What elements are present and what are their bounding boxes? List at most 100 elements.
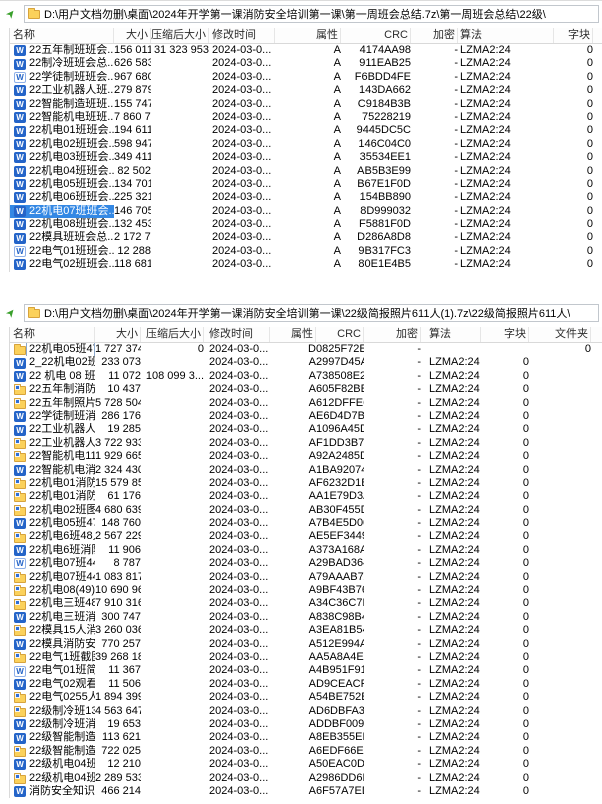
column-header-method[interactable]: 算法: [458, 28, 554, 43]
table-row[interactable]: W消防安全知识培训...466 2142024-03-0...A6F57A7ED…: [10, 785, 602, 798]
cell-method: LZMA2:24: [421, 772, 481, 785]
table-row[interactable]: W22智能制造班班...155 7472024-03-0...AC9184B3B…: [10, 98, 602, 111]
cell-block: 0: [554, 231, 593, 244]
table-row[interactable]: 22机电02班图片4...4 680 6392024-03-0...AB30F4…: [10, 504, 602, 517]
file-name: 22模具班班会总...: [29, 231, 114, 244]
cell-enc: -: [364, 356, 421, 369]
column-header-name[interactable]: 名称: [10, 28, 114, 43]
table-row[interactable]: 22五年制消防知...10 4372024-03-0...A605F82BE-L…: [10, 383, 602, 396]
cell-date: 2024-03-0...: [204, 705, 270, 718]
table-row[interactable]: W22机电05班班会...134 7012024-03-0...AB67E1F0…: [10, 178, 602, 191]
column-header-enc[interactable]: 加密: [364, 327, 421, 342]
column-header-folders[interactable]: 文件夹: [529, 327, 591, 342]
cell-attr: A: [270, 731, 316, 744]
table-row[interactable]: 22工业机器人班...3 722 9332024-03-0...AF1DD3B7…: [10, 437, 602, 450]
green-up-arrow-icon[interactable]: ➤: [4, 7, 19, 22]
column-header-enc[interactable]: 加密: [411, 28, 458, 43]
cell-folders: 0: [529, 343, 591, 356]
cell-folders: [529, 450, 591, 463]
column-header-date[interactable]: 修改时间: [209, 28, 275, 43]
zip-archive-icon: [14, 708, 26, 717]
table-row[interactable]: 22智能机电11人...1 929 6652024-03-0...A92A248…: [10, 450, 602, 463]
file-name: 22机电08(49).zip: [29, 584, 95, 597]
table-row[interactable]: W22 机电 08 班观...11 072108 099 3...2024-03…: [10, 370, 602, 383]
table-row[interactable]: W22电气01班简报(...11 3672024-03-0...A4B951F9…: [10, 664, 602, 677]
table-row[interactable]: W22学徒制班班会...967 6802024-03-0...AF6BDD4FE…: [10, 71, 602, 84]
word-doc-icon: W: [14, 411, 26, 422]
cell-date: 2024-03-0...: [204, 718, 270, 731]
table-row[interactable]: W22五年制班班会...156 01131 323 9532024-03-0..…: [10, 44, 602, 57]
table-row[interactable]: W22机电02班班会...598 9472024-03-0...A146C04C…: [10, 138, 602, 151]
table-row[interactable]: W22机电三班消防...300 7472024-03-0...A838C98B4…: [10, 611, 602, 624]
table-row[interactable]: W22机电04班班会...82 5022024-03-0...AAB5B3E99…: [10, 165, 602, 178]
table-row[interactable]: W22机电07班44人....8 7872024-03-0...A29BAD36…: [10, 557, 602, 570]
table-row[interactable]: W22电气01班班会...12 2882024-03-0...A9B317FC3…: [10, 245, 602, 258]
table-row[interactable]: W22智能机电班班...7 860 7312024-03-0...A752282…: [10, 111, 602, 124]
cell-attr: A: [275, 124, 341, 137]
column-header-attr[interactable]: 属性: [270, 327, 316, 342]
table-row[interactable]: W22电气02班班会...118 6812024-03-0...A80E1E4B…: [10, 258, 602, 271]
table-row[interactable]: 22级机电04班消...2 289 5332024-03-0...A2986DD…: [10, 772, 602, 785]
column-header-crc[interactable]: CRC: [341, 28, 411, 43]
table-row[interactable]: W22工业机器人班...279 8792024-03-0...A143DA662…: [10, 84, 602, 97]
table-row[interactable]: 22机电01消防截...15 579 8542024-03-0...AF6232…: [10, 477, 602, 490]
table-row[interactable]: W22模具消防安全(...770 2572024-03-0...A512E994…: [10, 638, 602, 651]
table-row[interactable]: 22模具15人消防...3 260 0362024-03-0...A3EA81B…: [10, 624, 602, 637]
table-row[interactable]: 22级制冷班13人...4 563 6472024-03-0...AD6DBFA…: [10, 705, 602, 718]
table-row[interactable]: W22机电03班班会...349 4112024-03-0...A35534EE…: [10, 151, 602, 164]
file-name-cell: W22制冷班班会总...: [10, 57, 114, 70]
column-header-crc[interactable]: CRC: [316, 327, 364, 342]
word-doc-icon: W: [14, 139, 26, 150]
table-row[interactable]: 22级智能制造班...722 0252024-03-0...A6EDF66E6-…: [10, 745, 602, 758]
table-row[interactable]: 22机电01消防简...61 1762024-03-0...AA1E79D3A-…: [10, 490, 602, 503]
table-row[interactable]: W22级机电04班消...12 2102024-03-0...A50EAC0D5…: [10, 758, 602, 771]
column-header-block[interactable]: 字块: [554, 28, 593, 43]
table-row[interactable]: 22机电6班48人观...2 567 2292024-03-0...AE5EF3…: [10, 530, 602, 543]
column-header-packed[interactable]: 压缩后大小: [141, 327, 204, 342]
table-row[interactable]: W22机电01班班会...194 6112024-03-0...A9445DC5…: [10, 124, 602, 137]
green-up-arrow-icon[interactable]: ➤: [4, 306, 19, 321]
table-row[interactable]: W22模具班班会总...2 172 7712024-03-0...AD286A8…: [10, 231, 602, 244]
column-header-packed[interactable]: 压缩后大小: [151, 28, 209, 43]
table-row[interactable]: W2_22机电02班安...233 0732024-03-0...A2997D4…: [10, 356, 602, 369]
table-row[interactable]: W22学徒制班消防...286 1762024-03-0...AE6D4D7B7…: [10, 410, 602, 423]
table-row[interactable]: W22机电07班班会...146 7052024-03-0...A8D99903…: [10, 205, 602, 218]
zip-archive-icon: [14, 748, 26, 757]
cell-crc: 373A168A: [316, 544, 364, 557]
table-row[interactable]: 22电气1班截图 (...39 268 1862024-03-0...AA5A8…: [10, 651, 602, 664]
table-row[interactable]: W22工业机器人《...19 2852024-03-0...A1096A45D-…: [10, 423, 602, 436]
table-row[interactable]: W22机电05班47人....148 7602024-03-0...A7B4E5…: [10, 517, 602, 530]
table-row[interactable]: 22五年制照片9人...5 728 5042024-03-0...A612DFF…: [10, 397, 602, 410]
column-header-date[interactable]: 修改时间: [204, 327, 270, 342]
cell-packed: [141, 772, 204, 785]
column-header-method[interactable]: 算法: [421, 327, 481, 342]
column-header-size[interactable]: 大小: [114, 28, 151, 43]
table-row[interactable]: W22级智能制造消...113 6212024-03-0...A8EB355EB…: [10, 731, 602, 744]
column-header-attr[interactable]: 属性: [275, 28, 341, 43]
cell-packed: [141, 597, 204, 610]
table-row[interactable]: W22电气02观看消...11 5062024-03-0...AD9CEACF6…: [10, 678, 602, 691]
column-header-size[interactable]: 大小: [95, 327, 141, 342]
column-header-block[interactable]: 字块: [481, 327, 529, 342]
table-row[interactable]: 22机电三班48人...7 910 3162024-03-0...A34C36C…: [10, 597, 602, 610]
address-bar[interactable]: D:\用户文档勿删\桌面\2024年开学第一课消防安全培训第一课\第一周班会总结…: [24, 5, 599, 23]
cell-attr: A: [270, 544, 316, 557]
cell-folders: [529, 571, 591, 584]
table-row[interactable]: 22机电07班44人....1 083 8172024-03-0...A79AA…: [10, 571, 602, 584]
table-row[interactable]: W22制冷班班会总...626 5832024-03-0...A911EAB25…: [10, 57, 602, 70]
table-row[interactable]: 22机电08(49).zip10 690 9642024-03-0...A9BF…: [10, 584, 602, 597]
table-row[interactable]: 22机电05班47人1 727 37402024-03-0...D0825F72…: [10, 343, 602, 356]
table-row[interactable]: 22电气0255人安...1 894 3992024-03-0...A54BE7…: [10, 691, 602, 704]
cell-crc: 2997D45A: [316, 356, 364, 369]
table-row[interactable]: W22机电08班班会...132 4532024-03-0...AF5881F0…: [10, 218, 602, 231]
cell-date: 2024-03-0...: [209, 84, 275, 97]
cell-block: 0: [481, 490, 529, 503]
table-row[interactable]: W22智能机电消防...2 324 4302024-03-0...A1BA920…: [10, 464, 602, 477]
table-row[interactable]: W22级制冷班消防...19 6532024-03-0...ADDBF0095-…: [10, 718, 602, 731]
column-header-name[interactable]: 名称: [10, 327, 95, 342]
file-name-cell: W22机电三班消防...: [10, 611, 95, 624]
address-bar[interactable]: D:\用户文档勿删\桌面\2024年开学第一课消防安全培训第一课\22级简报照片…: [24, 304, 599, 322]
cell-crc: 0825F72E: [316, 343, 364, 356]
table-row[interactable]: W22机电6班消防培...11 9062024-03-0...A373A168A…: [10, 544, 602, 557]
table-row[interactable]: W22机电06班班会...225 3212024-03-0...A154BB89…: [10, 191, 602, 204]
